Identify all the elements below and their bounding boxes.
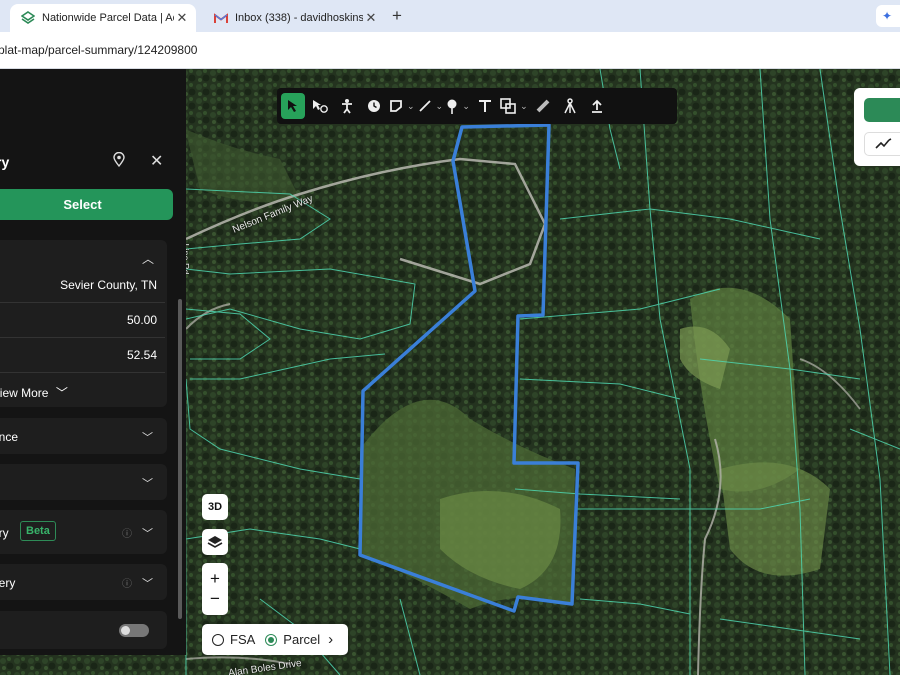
chevron-down-icon: ﹀ — [142, 578, 153, 590]
gmail-icon — [213, 10, 229, 26]
layer-toggle-switch[interactable] — [119, 624, 149, 637]
new-tab-button[interactable]: + — [392, 6, 402, 26]
close-icon[interactable]: ✕ — [150, 151, 163, 171]
view-more-label: View More — [0, 386, 49, 400]
close-icon[interactable]: ✕ — [363, 10, 379, 26]
tab-title: Nationwide Parcel Data | Acres — [42, 12, 174, 24]
pointer-add-icon[interactable] — [308, 93, 332, 119]
text-icon[interactable] — [473, 93, 497, 119]
county-value: Sevier County, TN — [60, 278, 157, 292]
fsa-radio[interactable] — [212, 633, 224, 646]
acres-logo-icon — [20, 10, 36, 26]
ruler-icon[interactable] — [531, 93, 555, 119]
browser-tab-bar: Nationwide Parcel Data | Acres ✕ Inbox (… — [0, 0, 900, 32]
3d-toggle-button[interactable]: 3D — [202, 494, 228, 520]
primary-action-button[interactable] — [864, 98, 900, 122]
divider — [0, 372, 165, 373]
chevron-down-icon: ﹀ — [55, 386, 68, 400]
acreage-value: 50.00 — [126, 313, 157, 327]
line-icon[interactable]: ⌄ — [418, 93, 443, 119]
address-bar[interactable]: plat-map/parcel-summary/124209800 — [0, 32, 900, 69]
close-icon[interactable]: ✕ — [174, 10, 190, 26]
layer-switcher: FSA Parcel › — [202, 624, 348, 655]
shape-icon[interactable]: ⌄ — [500, 93, 528, 119]
trend-icon — [875, 138, 892, 149]
detail-row: Sevier County, TN — [0, 268, 167, 302]
person-icon[interactable] — [335, 93, 359, 119]
parcel-radio[interactable] — [265, 633, 278, 646]
parcel-details-card: ︿ Sevier County, TN s 50.00 52.54 View M… — [0, 240, 167, 407]
chevron-right-icon[interactable]: › — [328, 631, 333, 648]
upload-icon[interactable] — [585, 93, 609, 119]
right-panel — [854, 88, 900, 166]
tab-acres[interactable]: Nationwide Parcel Data | Acres ✕ — [10, 4, 196, 32]
tab-gmail[interactable]: Inbox (338) - davidhoskinsrealty ✕ — [203, 4, 385, 32]
layers-button[interactable] — [202, 529, 228, 555]
section-label: ery — [0, 526, 9, 540]
chevron-down-icon: ﹀ — [142, 432, 153, 444]
pin-icon[interactable]: ⌄ — [446, 93, 470, 119]
pointer-info-icon[interactable] — [281, 93, 305, 119]
section-label: ence — [0, 430, 19, 444]
zoom-out-button[interactable]: − — [210, 589, 220, 609]
analytics-button[interactable] — [864, 132, 900, 156]
section-accordion[interactable]: ence ﹀ — [0, 418, 167, 454]
chevron-down-icon: ﹀ — [142, 478, 153, 490]
detail-row: 52.54 — [0, 338, 167, 372]
view-more-button[interactable]: View More ﹀ — [0, 384, 68, 401]
detail-row: s 50.00 — [0, 303, 167, 337]
tab-title: Inbox (338) - davidhoskinsrealty — [235, 12, 363, 24]
section-label: gery — [0, 576, 16, 590]
zoom-control: + − — [202, 563, 228, 615]
section-accordion[interactable]: s ﹀ — [0, 464, 167, 500]
parcel-label: Parcel — [283, 632, 321, 647]
chevron-down-icon: ﹀ — [142, 528, 153, 540]
location-pin-icon[interactable] — [113, 151, 125, 170]
parcel-summary-panel: ry ✕ Select ︿ Sevier County, TN s 50.00 … — [0, 69, 186, 655]
zoom-in-button[interactable]: + — [210, 569, 220, 589]
layers-icon — [207, 536, 223, 548]
chevron-up-icon[interactable]: ︿ — [142, 250, 154, 267]
gemini-icon[interactable]: ✦ — [876, 5, 900, 27]
panel-title: ry — [0, 154, 10, 170]
url-text[interactable]: plat-map/parcel-summary/124209800 — [0, 43, 197, 57]
select-button[interactable]: Select — [0, 189, 173, 220]
calculated-acreage-value: 52.54 — [126, 348, 157, 362]
fsa-label: FSA — [230, 632, 256, 647]
section-accordion[interactable]: gery ⓘ ﹀ — [0, 564, 167, 600]
info-icon[interactable]: ⓘ — [122, 575, 132, 590]
survey-icon[interactable] — [558, 93, 582, 119]
section-accordion[interactable]: ery Beta ⓘ ﹀ — [0, 510, 167, 554]
info-icon[interactable]: ⓘ — [122, 525, 132, 540]
map-toolbar: ⌄ ⌄ ⌄ ⌄ — [277, 88, 677, 124]
panel-scrollbar[interactable] — [178, 299, 182, 619]
section-toggle-row — [0, 611, 167, 649]
beta-badge: Beta — [20, 521, 56, 541]
clock-icon[interactable] — [362, 93, 386, 119]
polygon-icon[interactable]: ⌄ — [389, 93, 415, 119]
